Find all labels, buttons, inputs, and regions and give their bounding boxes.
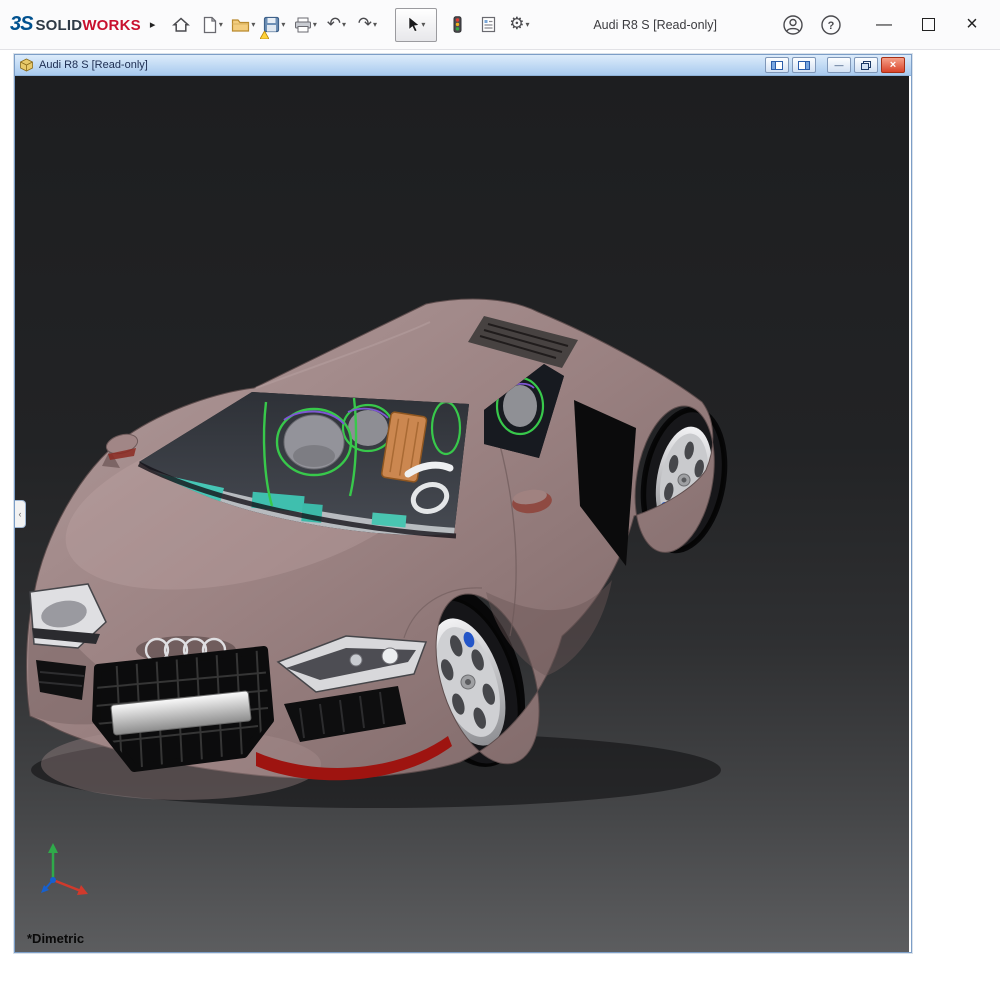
3ds-logo-mark: 3S	[10, 13, 32, 36]
doc-close-button[interactable]: ×	[881, 57, 905, 73]
open-dropdown-arrow[interactable]: ▾	[251, 20, 255, 29]
app-close-button[interactable]: ×	[954, 7, 990, 43]
x-axis	[53, 880, 81, 891]
restore-icon	[861, 61, 871, 70]
redo-icon: ↷	[358, 16, 372, 33]
undo-dropdown-arrow[interactable]: ▾	[342, 20, 346, 29]
file-properties-button[interactable]	[473, 8, 503, 42]
gear-icon: ⚙	[509, 16, 524, 33]
logo-works-text: WORKS	[82, 17, 141, 34]
graphics-viewport[interactable]: *Dimetric ‹	[15, 76, 909, 952]
traffic-light-icon	[453, 16, 462, 33]
app-minimize-button[interactable]: —	[866, 7, 902, 43]
app-title: Audi R8 S [Read-only]	[593, 18, 717, 32]
select-tool-button[interactable]: ▾	[395, 8, 437, 42]
user-account-icon	[782, 14, 804, 36]
help-icon: ?	[820, 14, 842, 36]
status-lights-button[interactable]	[442, 8, 472, 42]
open-button[interactable]: ▾	[228, 8, 258, 42]
new-dropdown-arrow[interactable]: ▾	[219, 20, 223, 29]
reference-triad	[35, 840, 105, 902]
logo-solid-text: SOLID	[35, 17, 82, 34]
app-maximize-button[interactable]	[910, 7, 946, 43]
redo-dropdown-arrow[interactable]: ▾	[373, 20, 377, 29]
home-icon	[172, 16, 190, 34]
maximize-icon	[922, 18, 935, 31]
doc-restore-button[interactable]	[854, 57, 878, 73]
save-warning-icon	[260, 31, 269, 39]
redo-button[interactable]: ↷ ▾	[352, 8, 382, 42]
new-document-button[interactable]: ▾	[197, 8, 227, 42]
options-button[interactable]: ⚙ ▾	[504, 8, 534, 42]
home-button[interactable]	[166, 8, 196, 42]
pane-left-icon	[771, 61, 783, 70]
options-dropdown-arrow[interactable]: ▾	[525, 20, 529, 29]
document-window: Audi R8 S [Read-only] — ×	[14, 54, 912, 953]
pane-right-icon	[798, 61, 810, 70]
select-dropdown-arrow[interactable]: ▾	[421, 20, 425, 29]
model-3d-audi-r8[interactable]	[15, 76, 909, 952]
svg-text:?: ?	[828, 20, 835, 32]
solidworks-logo: 3S SOLIDWORKS	[10, 13, 141, 36]
document-titlebar[interactable]: Audi R8 S [Read-only] — ×	[15, 55, 911, 76]
feature-manager-collapse-tab[interactable]: ‹	[15, 500, 26, 528]
print-button[interactable]: ▾	[290, 8, 320, 42]
doc-minimize-button[interactable]: —	[827, 57, 851, 73]
view-orientation-label: *Dimetric	[27, 931, 84, 946]
print-dropdown-arrow[interactable]: ▾	[313, 20, 317, 29]
file-properties-icon	[481, 16, 496, 33]
document-title: Audi R8 S [Read-only]	[39, 59, 148, 71]
open-folder-icon	[231, 17, 250, 33]
pane-toggle-left-button[interactable]	[765, 57, 789, 73]
pane-toggle-right-button[interactable]	[792, 57, 816, 73]
help-button[interactable]: ?	[816, 8, 846, 42]
select-cursor-icon	[407, 16, 420, 33]
print-icon	[294, 17, 312, 33]
save-button[interactable]: ▾	[259, 8, 289, 42]
menu-flyout-arrow[interactable]: ▸	[150, 18, 156, 31]
save-dropdown-arrow[interactable]: ▾	[281, 20, 285, 29]
user-account-button[interactable]	[778, 8, 808, 42]
new-document-icon	[202, 16, 218, 34]
undo-button[interactable]: ↶ ▾	[321, 8, 351, 42]
undo-icon: ↶	[327, 16, 341, 33]
app-titlebar: 3S SOLIDWORKS ▸ ▾ ▾ ▾ ▾ ↶ ▾ ↷ ▾ ▾	[0, 0, 1000, 50]
part-document-icon	[19, 58, 34, 72]
